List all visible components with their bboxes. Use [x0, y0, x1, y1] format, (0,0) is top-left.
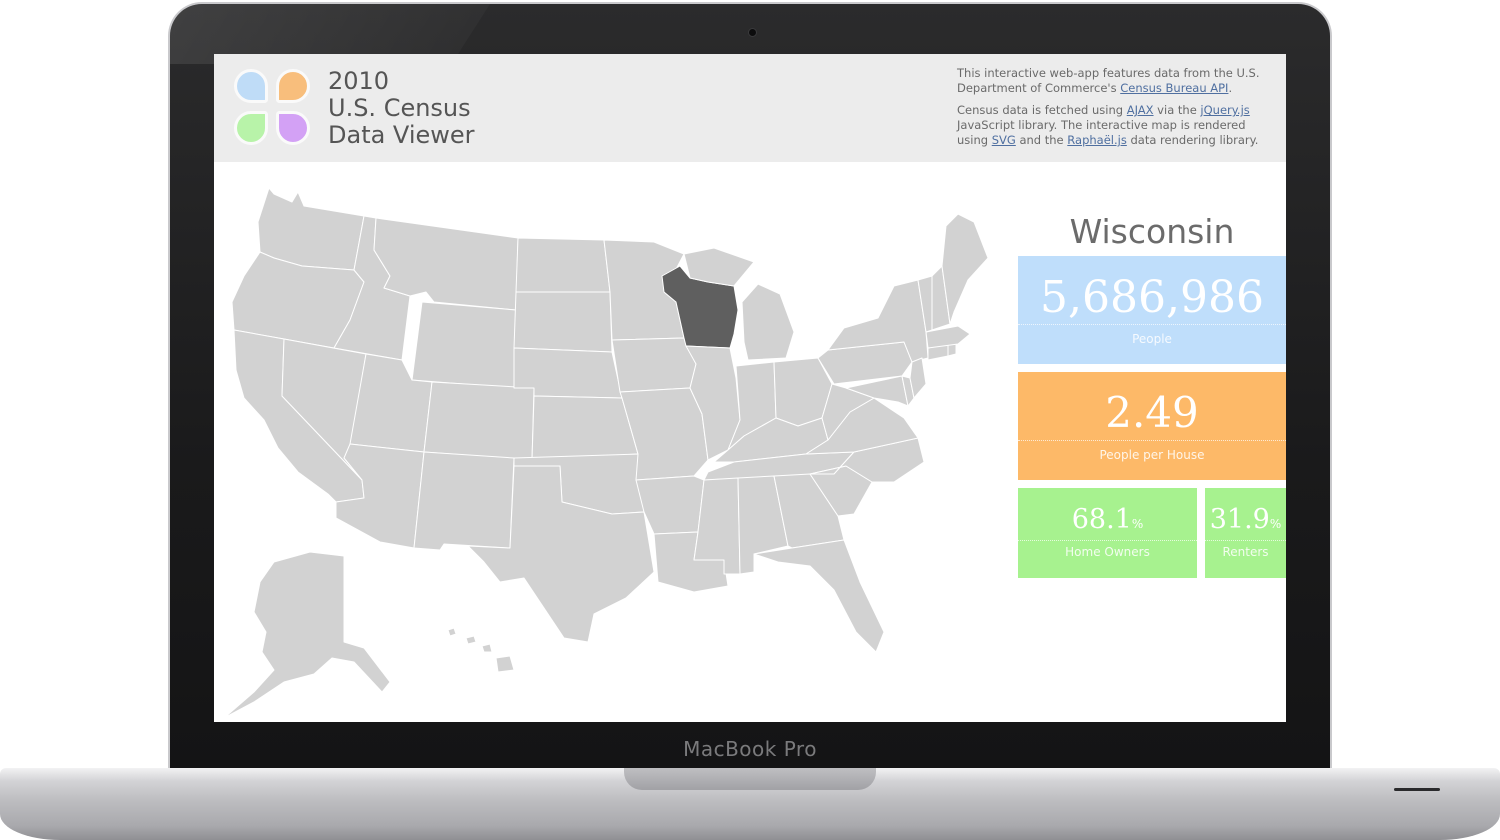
- raphael-link[interactable]: Raphaël.js: [1067, 133, 1127, 147]
- logo-petal-blue: [234, 69, 268, 103]
- state-maine[interactable]: [941, 213, 989, 325]
- renters-value: 31.9%: [1205, 504, 1286, 535]
- renters-label: Renters: [1222, 545, 1269, 559]
- state-hawaii[interactable]: [447, 627, 515, 673]
- state-alaska[interactable]: [223, 551, 391, 719]
- logo-petal-purple: [276, 111, 310, 145]
- us-states-map[interactable]: [214, 162, 1014, 722]
- title-line-viewer: Data Viewer: [328, 121, 475, 149]
- logo-petal-green: [234, 111, 268, 145]
- renters-unit: %: [1269, 517, 1282, 531]
- app-title: 2010 U.S. Census Data Viewer: [328, 68, 475, 149]
- camera-icon: [748, 28, 757, 37]
- state-iowa[interactable]: [611, 337, 697, 393]
- state-new-mexico[interactable]: [413, 451, 515, 551]
- state-new-jersey[interactable]: [909, 357, 927, 399]
- title-line-year: 2010: [328, 67, 390, 95]
- selected-state-name: Wisconsin: [1069, 212, 1235, 251]
- renters-stat-tile: 31.9% Renters: [1205, 488, 1286, 578]
- about-text-run: and the: [1015, 133, 1068, 147]
- home-owners-number: 68.1: [1071, 504, 1132, 535]
- ajax-link[interactable]: AJAX: [1127, 103, 1154, 117]
- state-rhode-island[interactable]: [947, 343, 957, 357]
- state-north-dakota[interactable]: [515, 237, 611, 293]
- state-south-dakota[interactable]: [513, 291, 613, 353]
- title-line-census: U.S. Census: [328, 94, 471, 122]
- about-text-run: Census data is fetched using: [957, 103, 1127, 117]
- home-owners-label: Home Owners: [1065, 545, 1150, 559]
- tile-divider: [1205, 540, 1286, 541]
- home-owners-value: 68.1%: [1018, 504, 1197, 535]
- people-per-house-stat-tile: 2.49 People per House: [1018, 372, 1286, 480]
- tile-divider: [1018, 324, 1286, 325]
- people-per-house-label: People per House: [1099, 448, 1205, 462]
- home-owners-unit: %: [1131, 517, 1144, 531]
- about-text-run: data rendering library.: [1126, 133, 1259, 147]
- census-bureau-api-link[interactable]: Census Bureau API: [1120, 81, 1228, 95]
- jquery-link[interactable]: jQuery.js: [1200, 103, 1249, 117]
- people-stat-tile: 5,686,986 People: [1018, 256, 1286, 364]
- app-screen: 2010 U.S. Census Data Viewer This intera…: [214, 54, 1286, 722]
- laptop-lid-notch: [624, 768, 876, 790]
- app-header: 2010 U.S. Census Data Viewer This intera…: [214, 54, 1286, 162]
- people-value: 5,686,986: [1040, 272, 1264, 323]
- about-paragraph-1: This interactive web-app features data f…: [957, 66, 1277, 96]
- svg-link[interactable]: SVG: [992, 133, 1016, 147]
- state-colorado[interactable]: [423, 381, 535, 461]
- about-text-run: via the: [1153, 103, 1201, 117]
- about-text-run: .: [1228, 81, 1233, 95]
- status-light: [1394, 788, 1440, 791]
- state-kansas[interactable]: [531, 395, 639, 461]
- tile-divider: [1018, 440, 1286, 441]
- people-label: People: [1132, 332, 1172, 346]
- tile-divider: [1018, 540, 1197, 541]
- about-text: This interactive web-app features data f…: [957, 66, 1277, 155]
- state-florida[interactable]: [753, 539, 885, 653]
- device-label: MacBook Pro: [683, 737, 817, 761]
- logo-petal-orange: [276, 69, 310, 103]
- home-owners-stat-tile: 68.1% Home Owners: [1018, 488, 1197, 578]
- about-paragraph-2: Census data is fetched using AJAX via th…: [957, 103, 1277, 148]
- clover-logo-icon: [234, 69, 314, 149]
- renters-number: 31.9: [1209, 504, 1270, 535]
- people-per-house-value: 2.49: [1105, 388, 1199, 437]
- state-wyoming[interactable]: [411, 301, 517, 389]
